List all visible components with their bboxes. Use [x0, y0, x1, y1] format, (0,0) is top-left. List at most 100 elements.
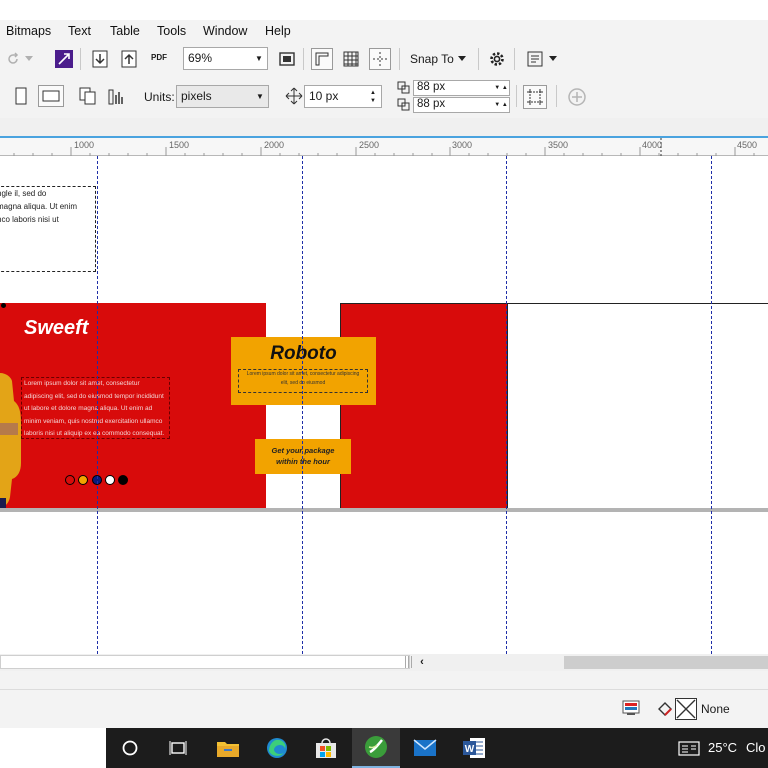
drawing-canvas[interactable]: ngle il, sed do magna aliqua. Ut enim nc…: [0, 156, 768, 654]
temperature-text[interactable]: 25°C: [708, 740, 737, 755]
standard-toolbar: PDF 69% ▼ Snap To: [0, 43, 768, 76]
scrollbar-thumb[interactable]: [564, 656, 768, 669]
body-text-line: ut labore et dolore magna aliqua. Ut eni…: [24, 405, 153, 412]
swatch-dot-white[interactable]: [105, 475, 115, 485]
roboto-heading[interactable]: Roboto: [231, 343, 376, 365]
nudge-distance-input[interactable]: 10 px ▲ ▼: [304, 85, 382, 108]
mail-icon[interactable]: [411, 734, 439, 762]
menu-window[interactable]: Window: [203, 24, 247, 38]
snap-to-label[interactable]: Snap To: [410, 52, 454, 66]
gear-icon[interactable]: [486, 48, 508, 70]
task-view-icon[interactable]: [164, 734, 192, 762]
redo-dropdown-icon[interactable]: [22, 48, 36, 70]
units-combo[interactable]: pixels ▼: [176, 85, 269, 108]
no-fill-swatch-icon[interactable]: [675, 698, 697, 720]
vertical-guideline[interactable]: [711, 156, 712, 654]
chevron-down-icon[interactable]: ▼ ▲: [493, 81, 509, 95]
document-tab-strip: [0, 118, 768, 138]
vertical-guideline[interactable]: [97, 156, 98, 654]
body-text-line: Lorem ipsum dolor sit amet, consectetur: [24, 380, 140, 387]
paragraph-text-line: magna aliqua. Ut enim: [0, 202, 78, 211]
roboto-heading-box[interactable]: Roboto Lorem ipsum dolor sit amet, conse…: [231, 337, 376, 405]
file-explorer-icon[interactable]: [214, 734, 242, 762]
title-strip: [0, 0, 768, 20]
stepper-icon[interactable]: ▲ ▼: [365, 86, 381, 107]
horizontal-ruler[interactable]: 1000 1500 2000 2500 3000 3500 4000 4500: [0, 138, 768, 156]
duplicate-y-icon: [396, 97, 412, 113]
corel-connect-icon[interactable]: [53, 48, 75, 70]
application-launcher-icon[interactable]: [524, 48, 546, 70]
banner-body-text-frame[interactable]: Lorem ipsum dolor sit amet, consectetur …: [21, 377, 170, 439]
swatch-dot-orange[interactable]: [78, 475, 88, 485]
grip-icon[interactable]: [405, 656, 413, 668]
banner-red-panel[interactable]: Sweeft Lorem ipsum dolor sit amet, conse…: [0, 303, 266, 508]
menu-help[interactable]: Help: [265, 24, 291, 38]
swatch-dot-black[interactable]: [118, 475, 128, 485]
toolbar-separator: [514, 48, 515, 70]
menu-bar: Bitmaps Text Table Tools Window Help: [0, 20, 768, 43]
taskbar-blank: [0, 728, 106, 768]
menu-table[interactable]: Table: [110, 24, 140, 38]
vertical-guideline[interactable]: [302, 156, 303, 654]
chevron-down-icon[interactable]: ▼: [252, 86, 268, 107]
chevron-down-icon[interactable]: [455, 48, 469, 70]
menu-bitmaps[interactable]: Bitmaps: [6, 24, 51, 38]
body-text-line: adipiscing elit, sed do eiusmod tempor i…: [24, 392, 164, 400]
cta-line: Get your package: [271, 446, 335, 455]
chevron-down-icon[interactable]: ▼: [251, 48, 267, 69]
duplicate-x-input[interactable]: 88 px ▼ ▲: [413, 80, 510, 96]
search-icon[interactable]: [116, 734, 144, 762]
current-page-icon[interactable]: [106, 85, 128, 107]
export-icon[interactable]: [118, 48, 140, 70]
cta-box[interactable]: Get your package within the hour: [255, 439, 351, 474]
all-pages-icon[interactable]: [77, 85, 99, 107]
menu-text[interactable]: Text: [68, 24, 91, 38]
fill-bucket-icon[interactable]: [656, 700, 674, 718]
vertical-guideline[interactable]: [506, 156, 507, 654]
bleed-area-icon[interactable]: [523, 85, 547, 109]
word-icon[interactable]: W: [460, 734, 488, 762]
subtext-line: elit, sed do eiusmod: [280, 380, 326, 386]
color-proof-icon[interactable]: [622, 700, 640, 716]
landscape-page-icon[interactable]: [38, 85, 64, 107]
swatch-dot-red[interactable]: [65, 475, 75, 485]
paragraph-text-frame[interactable]: ngle il, sed do magna aliqua. Ut enim nc…: [0, 186, 96, 272]
paragraph-text-line: ngle il, sed do: [0, 189, 47, 198]
toolbar-separator: [516, 85, 517, 107]
show-guidelines-icon[interactable]: [369, 48, 391, 70]
add-page-icon[interactable]: [566, 86, 588, 108]
weather-text[interactable]: Clo: [746, 740, 766, 755]
portrait-page-icon[interactable]: [10, 85, 32, 107]
weather-icon[interactable]: [678, 741, 700, 756]
body-text-line: minim veniam, quis nostrud exercitation …: [24, 417, 163, 425]
chevron-down-icon[interactable]: [546, 48, 560, 70]
toolbar-separator: [303, 48, 304, 70]
publish-pdf-icon[interactable]: PDF: [147, 47, 171, 69]
edge-browser-icon[interactable]: [263, 734, 291, 762]
page-divider: [507, 303, 768, 508]
brand-title[interactable]: Sweeft: [24, 317, 88, 340]
scroll-left-icon[interactable]: ‹: [414, 655, 430, 669]
coreldraw-taskbar-button[interactable]: [352, 728, 400, 768]
property-bar: Units: pixels ▼ 10 px ▲ ▼ 88 px ▼ ▲ 88 px…: [0, 76, 768, 118]
show-rulers-icon[interactable]: [311, 48, 333, 70]
toolbar-separator: [399, 48, 400, 70]
roboto-subtext-frame[interactable]: Lorem ipsum dolor sit amet, consectetur …: [238, 369, 368, 393]
chevron-down-icon[interactable]: ▼ ▲: [493, 98, 509, 112]
menu-tools[interactable]: Tools: [157, 24, 186, 38]
page-shadow: [0, 508, 768, 512]
handle-dot: [1, 303, 6, 308]
import-icon[interactable]: [89, 48, 111, 70]
duplicate-y-input[interactable]: 88 px ▼ ▲: [413, 97, 510, 113]
full-screen-preview-icon[interactable]: [276, 48, 298, 70]
microsoft-store-icon[interactable]: [312, 734, 340, 762]
zoom-level-combo[interactable]: 69% ▼: [183, 47, 268, 70]
body-text-line: laboris nisi ut aliquip ex ea commodo co…: [24, 430, 165, 437]
coreldraw-icon: [362, 733, 390, 761]
person-photo: [0, 373, 21, 508]
page-navigator-area[interactable]: [0, 655, 410, 669]
ruler-ticks: [13, 138, 755, 156]
show-grid-icon[interactable]: [340, 48, 362, 70]
redo-icon[interactable]: [2, 48, 24, 70]
fill-status-label: None: [701, 702, 730, 716]
